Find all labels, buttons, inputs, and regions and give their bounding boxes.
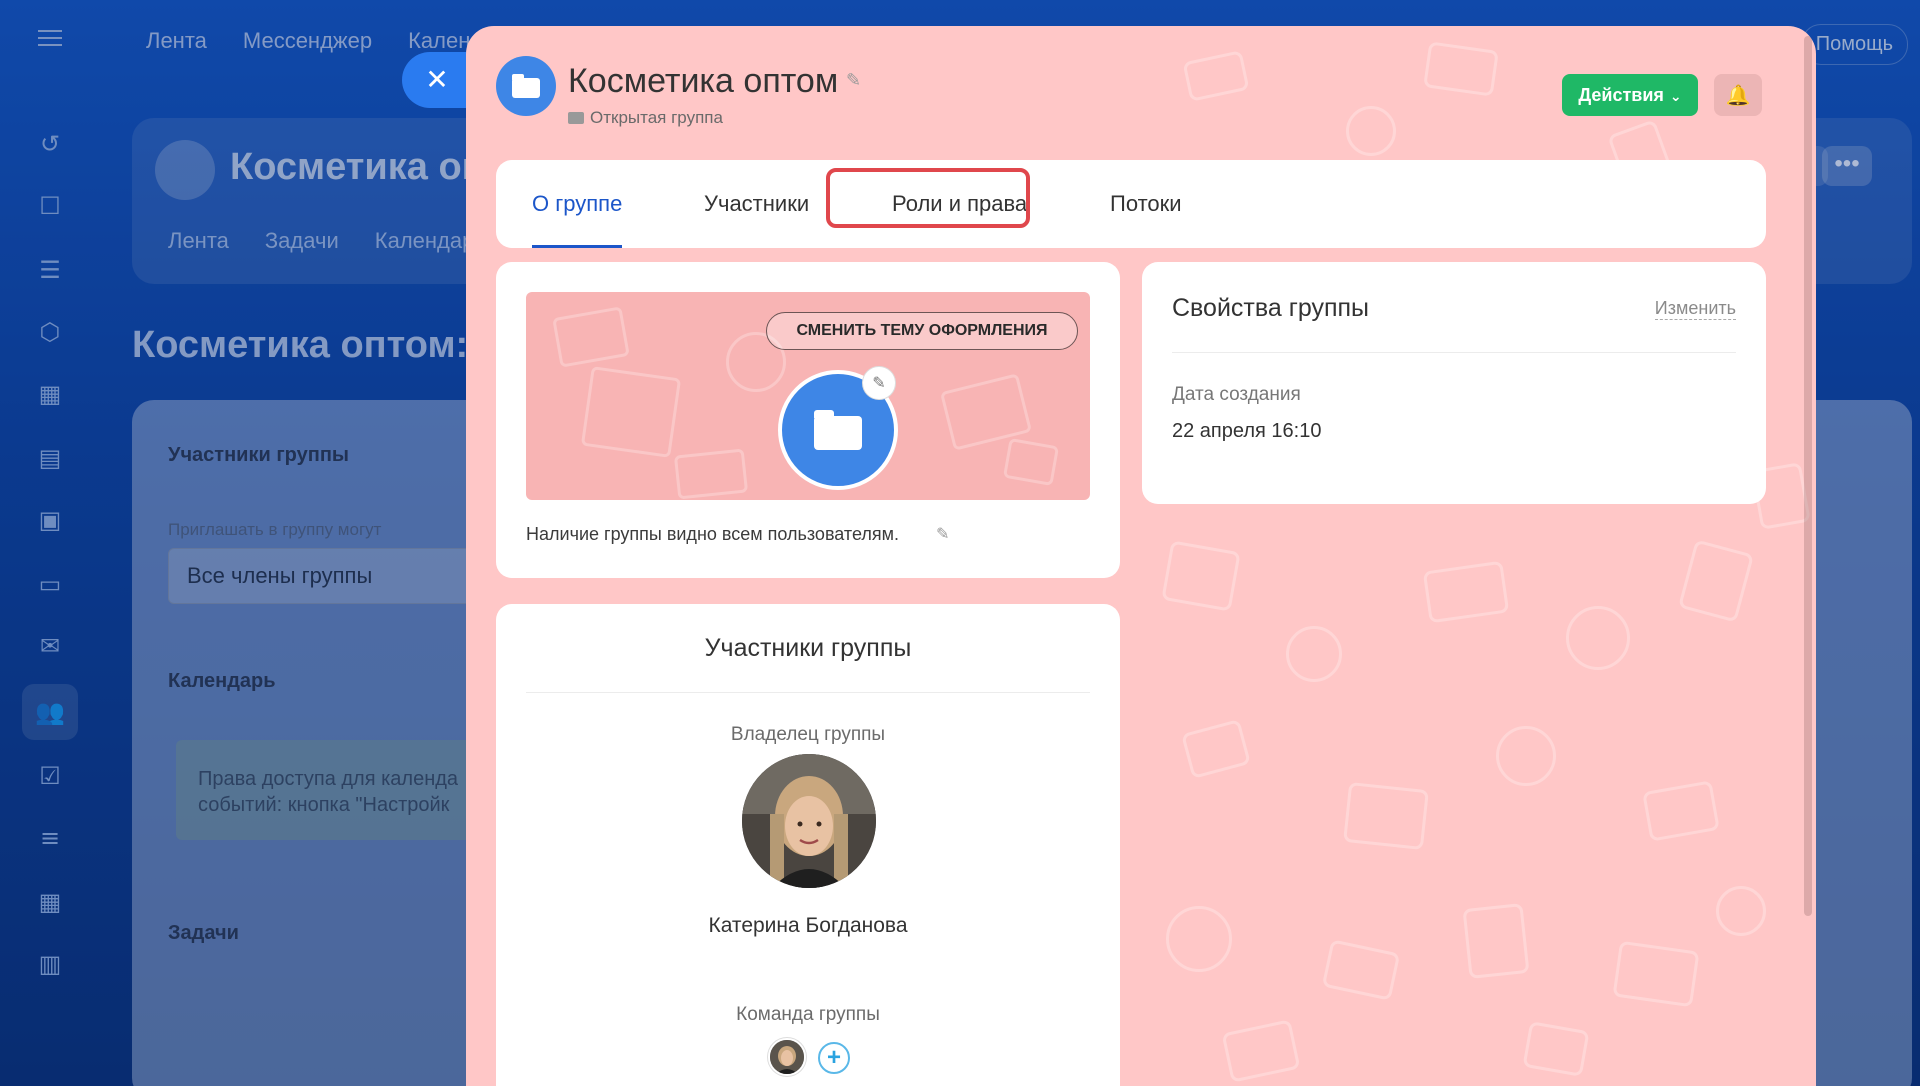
- change-theme-button[interactable]: СМЕНИТЬ ТЕМУ ОФОРМЛЕНИЯ: [766, 312, 1078, 350]
- edit-visibility-pencil-icon[interactable]: ✎: [936, 524, 949, 543]
- divider: [1172, 352, 1736, 353]
- folder-icon: [496, 56, 556, 116]
- divider: [526, 692, 1090, 693]
- actions-button[interactable]: Действия ⌄: [1562, 74, 1698, 116]
- group-type-label: Открытая группа: [590, 108, 723, 127]
- properties-card: Свойства группы Изменить Дата создания 2…: [1142, 262, 1766, 504]
- edit-title-pencil-icon[interactable]: ✎: [846, 70, 861, 91]
- properties-title: Свойства группы: [1172, 294, 1370, 322]
- about-card: СМЕНИТЬ ТЕМУ ОФОРМЛЕНИЯ ✎ Наличие группы…: [496, 262, 1120, 578]
- bell-icon[interactable]: 🔔: [1714, 74, 1762, 116]
- close-slider-button[interactable]: ✕: [402, 52, 472, 108]
- owner-name[interactable]: Катерина Богданова: [496, 914, 1120, 938]
- tab-streams[interactable]: Потоки: [1110, 160, 1182, 248]
- owner-label: Владелец группы: [730, 724, 886, 745]
- visibility-text: Наличие группы видно всем пользователям.: [526, 524, 899, 544]
- folder-small-icon: [568, 112, 584, 124]
- team-label: Команда группы: [736, 1004, 880, 1025]
- tabs-bar: О группе Участники Роли и права Потоки: [496, 160, 1766, 248]
- edit-properties-link[interactable]: Изменить: [1654, 298, 1736, 320]
- actions-label: Действия: [1578, 85, 1664, 105]
- team-member-avatar[interactable]: [768, 1038, 806, 1076]
- slider-title: Косметика оптом: [568, 62, 839, 100]
- tab-roles-highlight: [826, 168, 1030, 228]
- edit-avatar-pencil-icon[interactable]: ✎: [862, 366, 896, 400]
- tab-about[interactable]: О группе: [532, 160, 623, 248]
- members-title: Участники группы: [704, 634, 912, 662]
- add-member-plus-icon[interactable]: +: [818, 1042, 850, 1074]
- members-card: Участники группы Владелец группы Катерин…: [496, 604, 1120, 1086]
- group-slider-panel: Косметика оптом ✎ Открытая группа Действ…: [466, 26, 1816, 1086]
- group-type: Открытая группа: [568, 108, 723, 128]
- created-value: 22 апреля 16:10: [1172, 420, 1322, 442]
- created-label: Дата создания: [1172, 384, 1301, 405]
- owner-avatar[interactable]: [742, 754, 876, 888]
- chevron-down-icon: ⌄: [1669, 89, 1682, 105]
- scrollbar[interactable]: [1804, 36, 1812, 916]
- tab-members[interactable]: Участники: [704, 160, 809, 248]
